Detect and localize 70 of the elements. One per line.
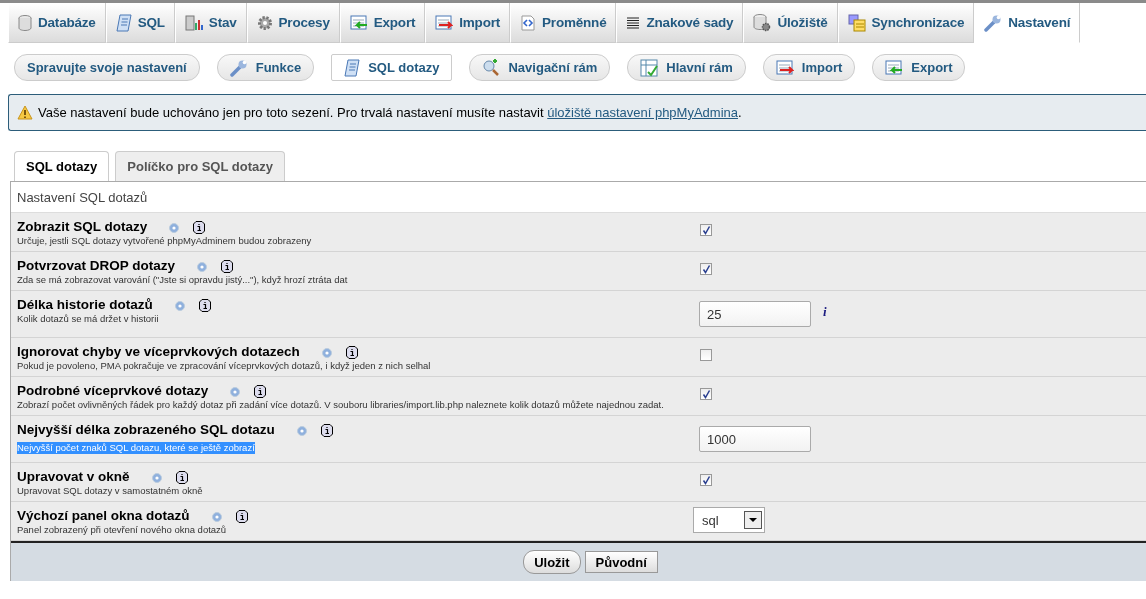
warning-icon	[17, 105, 33, 120]
sync-icon	[847, 13, 866, 32]
save-button[interactable]: Uložit	[523, 550, 581, 574]
info-icon[interactable]	[235, 510, 248, 523]
setting-description: Panel zobrazený při otevření nového okna dotazů	[17, 524, 228, 537]
form-tab[interactable]: Políčko pro SQL dotazy	[115, 151, 285, 181]
settings-tab[interactable]: Navigační rám	[469, 54, 611, 81]
nav-tab[interactable]: Databáze	[8, 3, 106, 43]
setting-title: Ignorovat chyby ve víceprvkových dotazech	[17, 343, 300, 359]
setting-title: Délka historie dotazů	[17, 296, 153, 312]
settings-tab[interactable]: Export	[872, 54, 966, 81]
database-icon	[18, 14, 32, 31]
setting-description: Zobrazí počet ovlivněných řádek pro každý dotaz při zadání více dotazů. V souboru libraries/import.lib.php naleznete kolik dotazů můžete najednou zadat.	[17, 399, 665, 412]
setting-title: Upravovat v okně	[17, 468, 130, 484]
settings-tab[interactable]: Import	[762, 54, 856, 81]
panel-dropdown[interactable]: sql	[693, 507, 765, 533]
wrench-icon	[984, 13, 1003, 32]
reset-button[interactable]: Původní	[584, 551, 658, 573]
scroll-icon	[115, 13, 132, 32]
bar-chart-icon	[184, 14, 203, 31]
setting-title: Potvrzovat DROP dotazy	[17, 257, 176, 273]
nav-tab[interactable]: Proměnné	[510, 3, 617, 43]
nav-tab[interactable]: Export	[339, 3, 426, 43]
checkbox[interactable]	[700, 224, 712, 236]
setting-description: Zda se má zobrazovat varování ("Jste si opravdu jistý..."), když hrozí ztráta dat	[17, 274, 349, 287]
settings-storage-link[interactable]: úložiště nastavení phpMyAdmina	[547, 105, 738, 120]
nav-tab[interactable]: Úložiště	[743, 3, 838, 43]
number-field[interactable]: 25	[699, 301, 811, 327]
setting-description: Pokud je povoleno, PMA pokračuje ve zpracování víceprvkových dotazů, i když jeden z nich selhal	[17, 360, 432, 373]
checkbox[interactable]	[700, 263, 712, 275]
setting-title: Výchozí panel okna dotazů	[17, 507, 190, 523]
notice-text: Vaše nastavení bude uchováno jen pro toto sezení. Pro trvalá nastavení musíte nastavit úložiště nastavení phpMyAdmina.	[38, 105, 742, 120]
nav-tab[interactable]: Stav	[174, 3, 247, 43]
setting-title: Zobrazit SQL dotazy	[17, 218, 148, 234]
info-icon[interactable]	[345, 346, 358, 359]
nav-tab[interactable]: Znakové sady	[616, 3, 744, 43]
number-field[interactable]: 1000	[699, 426, 811, 452]
gear-icon	[256, 14, 273, 31]
info-mark[interactable]: i	[823, 304, 827, 320]
form-tab[interactable]: SQL dotazy	[14, 151, 110, 181]
list-icon	[626, 16, 641, 29]
checkbox[interactable]	[700, 388, 712, 400]
checkbox[interactable]	[700, 349, 712, 361]
settings-tab[interactable]: SQL dotazy	[331, 54, 453, 81]
magnifier-icon	[482, 58, 501, 77]
setting-description: Upravovat SQL dotazy v samostatném okně	[17, 485, 204, 498]
database-gear-icon	[753, 13, 772, 32]
scroll-icon	[344, 58, 361, 77]
info-icon[interactable]	[175, 471, 188, 484]
setting-title: Nejvyšší délka zobrazeného SQL dotazu	[17, 421, 275, 437]
setting-description: Určuje, jestli SQL dotazy vytvořené phpMyAdminem budou zobrazeny	[17, 235, 313, 248]
nav-tab[interactable]: Import	[425, 3, 511, 43]
settings-tab[interactable]: Spravujte svoje nastavení	[14, 54, 200, 81]
settings-tab[interactable]: Hlavní rám	[627, 54, 746, 81]
nav-tab[interactable]: SQL	[105, 3, 175, 43]
checkbox[interactable]	[700, 474, 712, 486]
setting-description: Nejvyšší počet znaků SQL dotazu, které se ještě zobrazí	[17, 442, 255, 455]
setting-description: Kolik dotazů se má držet v historii	[17, 313, 160, 326]
nav-tab[interactable]: Procesy	[246, 3, 340, 43]
setting-title: Podrobné víceprvkové dotazy	[17, 382, 209, 398]
wrench-icon	[229, 58, 248, 77]
settings-tab[interactable]: Funkce	[216, 54, 315, 81]
info-icon[interactable]	[193, 221, 206, 234]
info-icon[interactable]	[221, 260, 234, 273]
code-icon	[520, 14, 537, 31]
info-icon[interactable]	[320, 424, 333, 437]
info-icon[interactable]	[198, 299, 211, 312]
frame-chart-icon	[640, 58, 659, 77]
info-icon[interactable]	[254, 385, 267, 398]
nav-tab[interactable]: Synchronizace	[837, 3, 975, 43]
